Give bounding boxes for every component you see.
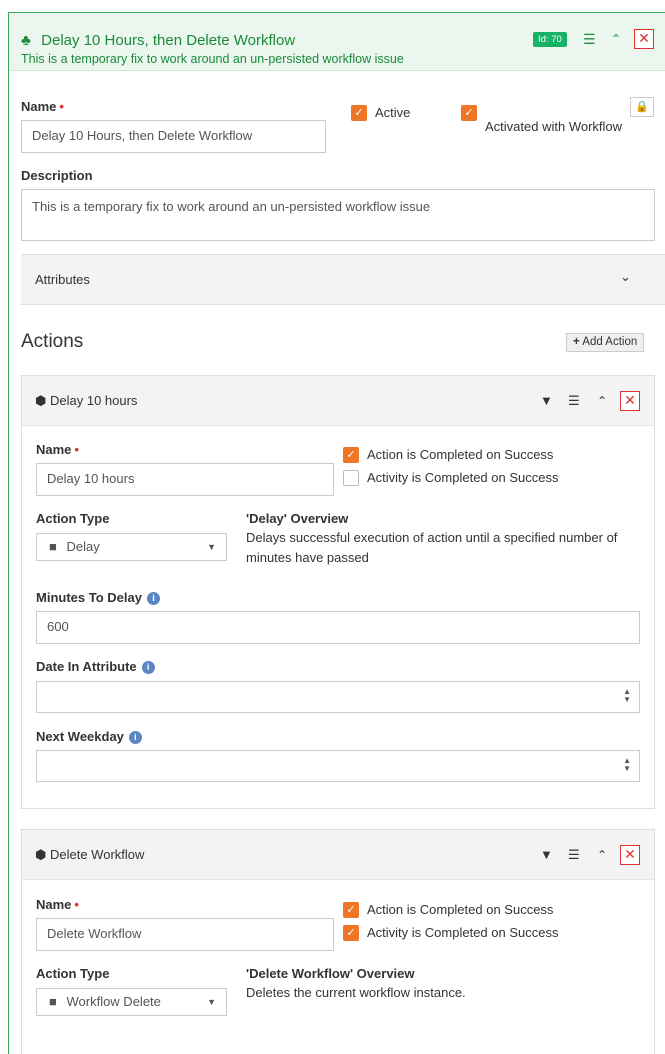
required-marker: • (74, 442, 79, 457)
action-name-input[interactable]: Delay 10 hours (36, 463, 334, 496)
minutes-to-delay-input[interactable]: 600 (36, 611, 640, 644)
collapse-icon[interactable]: ⌃ (597, 392, 607, 410)
attributes-bar[interactable]: Attributes ⌄ (21, 254, 665, 305)
caret-down-icon: ▼ (207, 997, 216, 1007)
activity-name-input[interactable]: Delay 10 Hours, then Delete Workflow (21, 120, 326, 153)
activity-header-description: This is a temporary fix to work around a… (21, 52, 404, 66)
name-label: Name • (21, 99, 64, 114)
action-type-select[interactable]: ■ Workflow Delete ▼ (36, 988, 227, 1016)
filter-icon[interactable]: ▼ (540, 846, 553, 864)
activity-completed-checkbox[interactable] (343, 470, 359, 486)
overview-text: Deletes the current workflow instance. (246, 985, 466, 1000)
required-marker: • (59, 99, 64, 114)
folder-icon: ■ (49, 539, 57, 554)
updown-arrows-icon: ▲ ▼ (623, 756, 631, 773)
action-title: ⬢ Delay 10 hours (35, 393, 138, 408)
action-name-label: Name • (36, 442, 79, 457)
action-card-delay: ⬢ Delay 10 hours ▼ ☰ ⌃ ✕ Name • Delay 10 … (21, 375, 655, 809)
plus-icon: + (573, 336, 580, 348)
filter-icon[interactable]: ▼ (540, 392, 553, 410)
action-type-label: Action Type (36, 966, 110, 981)
action-card-delete-workflow: ⬢ Delete Workflow ▼ ☰ ⌃ ✕ Name • Delete W… (21, 829, 655, 1054)
action-type-label: Action Type (36, 511, 110, 526)
reorder-icon[interactable]: ☰ (568, 392, 580, 410)
workflow-icon: ♣ (21, 32, 31, 49)
updown-arrows-icon: ▲ ▼ (623, 687, 631, 704)
description-textarea[interactable]: This is a temporary fix to work around a… (21, 189, 655, 241)
attributes-label: Attributes (35, 272, 90, 287)
action-completed-checkbox[interactable]: ✓ (343, 902, 359, 918)
lock-icon[interactable]: 🔒 (630, 97, 654, 117)
action-completed-label: Action is Completed on Success (367, 902, 554, 917)
minutes-to-delay-label: Minutes To Delay i (36, 590, 160, 605)
active-label: Active (375, 105, 411, 120)
delete-action-button[interactable]: ✕ (620, 845, 640, 865)
next-weekday-select[interactable]: ▲ ▼ (36, 750, 640, 782)
cube-icon: ⬢ (35, 393, 47, 408)
chevron-down-icon[interactable]: ⌄ (620, 269, 631, 285)
activated-with-workflow-label: Activated with Workflow (485, 119, 623, 134)
date-in-attribute-select[interactable]: ▲ ▼ (36, 681, 640, 713)
overview-text: Delays successful execution of action un… (246, 530, 618, 565)
cube-icon: ⬢ (35, 847, 47, 862)
activity-panel: ♣ Delay 10 Hours, then Delete Workflow T… (8, 12, 665, 1054)
active-checkbox[interactable]: ✓ (351, 105, 367, 121)
info-icon[interactable]: i (141, 661, 155, 674)
action-completed-checkbox[interactable]: ✓ (343, 447, 359, 463)
action-card-header[interactable]: ⬢ Delay 10 hours ▼ ☰ ⌃ ✕ (22, 376, 654, 426)
activated-with-workflow-checkbox[interactable]: ✓ (461, 105, 477, 121)
activity-completed-label: Activity is Completed on Success (367, 925, 559, 940)
add-action-button[interactable]: + Add Action (566, 333, 645, 352)
reorder-icon[interactable]: ☰ (568, 846, 580, 864)
activity-title: ♣ Delay 10 Hours, then Delete Workflow (21, 32, 295, 50)
reorder-icon[interactable]: ☰ (583, 30, 596, 48)
collapse-icon[interactable]: ⌃ (611, 30, 621, 48)
action-title: ⬢ Delete Workflow (35, 847, 145, 862)
info-icon[interactable]: i (128, 731, 142, 744)
action-name-label: Name • (36, 897, 79, 912)
delete-action-button[interactable]: ✕ (620, 391, 640, 411)
actions-heading: Actions (21, 331, 84, 352)
action-name-input[interactable]: Delete Workflow (36, 918, 334, 951)
action-card-header[interactable]: ⬢ Delete Workflow ▼ ☰ ⌃ ✕ (22, 830, 654, 880)
delete-activity-button[interactable]: ✕ (634, 29, 654, 49)
activity-completed-checkbox[interactable]: ✓ (343, 925, 359, 941)
action-completed-label: Action is Completed on Success (367, 447, 554, 462)
info-icon[interactable]: i (146, 592, 160, 605)
caret-down-icon: ▼ (207, 542, 216, 552)
next-weekday-label: Next Weekday i (36, 729, 142, 744)
activity-title-text: Delay 10 Hours, then Delete Workflow (41, 32, 296, 49)
date-in-attribute-label: Date In Attribute i (36, 659, 155, 674)
id-badge: Id: 70 (533, 32, 567, 47)
required-marker: • (74, 897, 79, 912)
overview-title: 'Delete Workflow' Overview (246, 966, 415, 981)
description-label: Description (21, 168, 93, 183)
overview-title: 'Delay' Overview (246, 511, 349, 526)
activity-header[interactable]: ♣ Delay 10 Hours, then Delete Workflow T… (9, 13, 665, 71)
action-type-select[interactable]: ■ Delay ▼ (36, 533, 227, 561)
collapse-icon[interactable]: ⌃ (597, 846, 607, 864)
activity-completed-label: Activity is Completed on Success (367, 470, 559, 485)
folder-icon: ■ (49, 994, 57, 1009)
